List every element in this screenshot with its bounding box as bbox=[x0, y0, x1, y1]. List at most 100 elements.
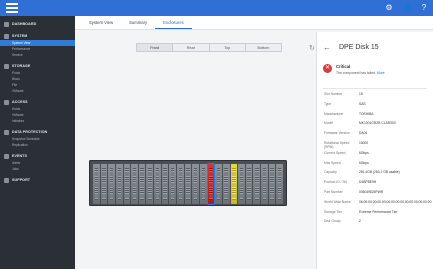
property-key: Slot Number bbox=[324, 92, 343, 96]
property-row: Part Number 005049825PWR bbox=[324, 190, 433, 200]
panel-title: DPE Disk 15 bbox=[339, 43, 379, 51]
back-arrow-icon[interactable]: ← bbox=[323, 43, 331, 52]
property-row: Storage Tier Extreme Performance Tier bbox=[324, 210, 433, 220]
sidebar-section-title: DATA PROTECTION bbox=[12, 130, 48, 134]
disk-slot[interactable] bbox=[238, 164, 245, 204]
disk-slot[interactable] bbox=[131, 164, 138, 204]
property-key: Disk Group bbox=[324, 219, 341, 224]
sidebar-section: EVENTS Alerts Jobs bbox=[0, 152, 75, 172]
sidebar-section-header[interactable]: DASHBOARD bbox=[0, 20, 75, 28]
sidebar-section-header[interactable]: SUPPORT bbox=[0, 176, 75, 184]
disk-slot[interactable] bbox=[206, 163, 216, 205]
disk-slot[interactable] bbox=[253, 164, 261, 204]
property-row: Capacity 281.4GB (283.1 GB usable) bbox=[324, 170, 433, 180]
user-icon[interactable]: 👤 bbox=[403, 3, 413, 13]
sidebar-section-title: SYSTEM bbox=[12, 34, 28, 38]
tab-bar: System View Summary Enclosures bbox=[75, 16, 433, 30]
sidebar-section-header[interactable]: EVENTS bbox=[0, 152, 75, 160]
sidebar-item[interactable]: Service bbox=[0, 52, 75, 58]
disk-slot[interactable] bbox=[138, 164, 146, 204]
disk-slot[interactable] bbox=[192, 164, 199, 204]
sidebar-item[interactable]: VMware bbox=[0, 88, 75, 94]
disk-slot[interactable] bbox=[199, 164, 207, 204]
sidebar-section-header[interactable]: STORAGE bbox=[0, 62, 75, 70]
menu-icon[interactable] bbox=[6, 3, 18, 13]
sidebar-section-title: DASHBOARD bbox=[12, 22, 37, 26]
alert-box: ✕ Critical The component has failed. Mor… bbox=[323, 64, 433, 86]
detail-panel: ← DPE Disk 15 ✕ Critical The component h… bbox=[316, 32, 433, 269]
disk-slot[interactable] bbox=[169, 164, 177, 204]
property-row: World Wide Name 06:00:00:00:00:00:00:00:0… bbox=[324, 200, 433, 210]
disk-slot[interactable] bbox=[261, 164, 268, 204]
disk-slot[interactable] bbox=[154, 164, 161, 204]
sidebar: DASHBOARD SYSTEM System View Performance Ser… bbox=[0, 16, 75, 269]
disk-slot[interactable] bbox=[184, 164, 192, 204]
property-row: Disk Group 2 bbox=[324, 219, 433, 229]
property-key: Product ID / SN bbox=[324, 180, 347, 185]
tab[interactable]: System View bbox=[81, 18, 121, 29]
property-row: Manufacturer TOSHIBA bbox=[324, 112, 433, 122]
property-key: Max Speed bbox=[324, 160, 341, 165]
property-key: Part Number bbox=[324, 189, 343, 194]
sidebar-section-header[interactable]: DATA PROTECTION bbox=[0, 128, 75, 136]
disk-slot[interactable] bbox=[215, 164, 222, 204]
more-link[interactable]: More bbox=[377, 71, 385, 75]
property-row: Type SAS bbox=[324, 102, 433, 112]
dashboard-icon bbox=[4, 21, 9, 27]
sidebar-item[interactable]: Jobs bbox=[0, 166, 75, 172]
property-row: Firmware Version DA04 bbox=[324, 131, 433, 141]
property-row: Rotational Speed (RPM) 15000 bbox=[324, 141, 433, 151]
property-value: 6Gbps bbox=[359, 160, 369, 165]
top-bar: ⚙ 👤 ? bbox=[0, 0, 433, 16]
help-icon[interactable]: ? bbox=[419, 3, 429, 13]
property-key: Storage Tier bbox=[324, 209, 342, 214]
disk-slot[interactable] bbox=[245, 164, 253, 204]
disk-slot[interactable] bbox=[115, 164, 123, 204]
sidebar-section-header[interactable]: ACCESS bbox=[0, 98, 75, 106]
sidebar-item[interactable]: Replication bbox=[0, 142, 75, 148]
disk-slot[interactable] bbox=[276, 164, 284, 204]
sidebar-section-header[interactable]: SYSTEM bbox=[0, 32, 75, 40]
gear-icon[interactable]: ⚙ bbox=[384, 3, 394, 13]
disk-slot[interactable] bbox=[230, 164, 238, 204]
disk-slot[interactable] bbox=[100, 164, 108, 204]
sidebar-section: STORAGE Pools Block File VMware bbox=[0, 62, 75, 94]
property-key: Model bbox=[324, 121, 333, 126]
property-key: Type bbox=[324, 101, 332, 106]
tab[interactable]: Enclosures bbox=[155, 18, 192, 29]
support-icon bbox=[4, 177, 9, 183]
sidebar-section: ACCESS Hosts VMware Initiators bbox=[0, 98, 75, 124]
disk-slot[interactable] bbox=[108, 164, 115, 204]
sidebar-section: DATA PROTECTION Snapshot Schedule Replicat… bbox=[0, 128, 75, 148]
sidebar-section: SUPPORT bbox=[0, 176, 75, 184]
property-value: MK1001GRZB CLAR300 bbox=[359, 121, 396, 126]
disk-slot[interactable] bbox=[146, 164, 154, 204]
property-value: TOSHIBA bbox=[359, 111, 374, 116]
property-value: D4BPBE9H bbox=[359, 180, 377, 185]
sidebar-item[interactable]: Initiators bbox=[0, 118, 75, 124]
property-value: 2 bbox=[359, 219, 361, 224]
disk-slot[interactable] bbox=[177, 164, 184, 204]
view-toggle-option[interactable]: Bottom bbox=[246, 44, 281, 51]
tab[interactable]: Summary bbox=[121, 18, 155, 29]
property-value: DA04 bbox=[359, 131, 368, 136]
refresh-icon[interactable]: ↻ bbox=[309, 44, 315, 52]
disk-slot[interactable] bbox=[93, 164, 100, 204]
view-toggle-option[interactable]: Top bbox=[210, 44, 246, 51]
disk-slot[interactable] bbox=[123, 164, 131, 204]
property-value: 15000 bbox=[359, 140, 369, 145]
property-key: Rotational Speed (RPM) bbox=[324, 140, 350, 149]
property-row: Current Speed 6Gbps bbox=[324, 151, 433, 161]
disk-slot[interactable] bbox=[268, 164, 276, 204]
property-value: 06:00:00:00:00:00:00:00:00:00:00:00:00:0… bbox=[359, 199, 432, 204]
alert-message: The component has failed. More bbox=[336, 71, 385, 75]
view-toggle-option[interactable]: Rear bbox=[173, 44, 210, 51]
disk-slot[interactable] bbox=[222, 164, 230, 204]
main-content: System View Summary Enclosures Front Rear To… bbox=[75, 16, 433, 269]
dpe-enclosure bbox=[89, 160, 287, 206]
view-toggle: Front Rear Top Bottom bbox=[136, 43, 282, 52]
view-toggle-option[interactable]: Front bbox=[137, 44, 174, 51]
property-value: 281.4GB (283.1 GB usable) bbox=[359, 170, 400, 175]
disk-slot[interactable] bbox=[161, 164, 169, 204]
property-key: Current Speed bbox=[324, 150, 346, 155]
